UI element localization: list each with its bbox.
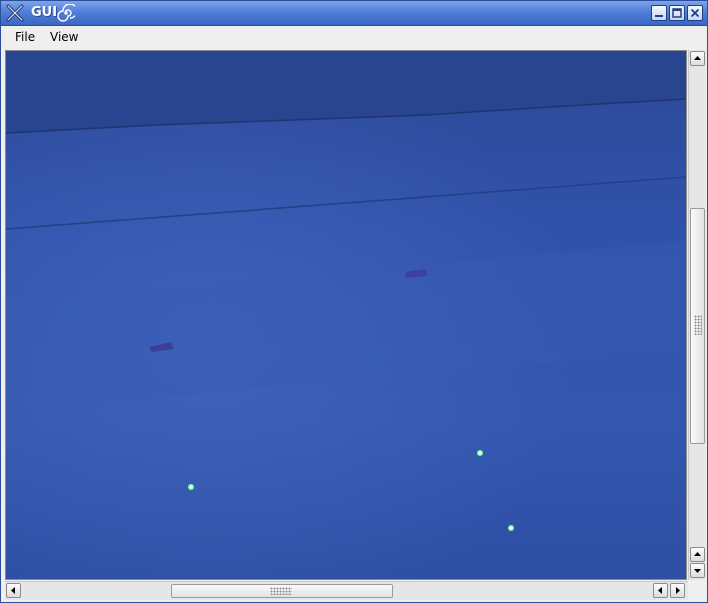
minimize-button[interactable] (651, 5, 667, 21)
window-title: GUI (31, 5, 58, 20)
scroll-down-button[interactable] (690, 563, 705, 578)
grip-icon (270, 587, 292, 595)
marker-2 (477, 450, 483, 456)
arrow-right-icon (676, 587, 680, 594)
minimize-icon (655, 15, 663, 17)
menu-bar: File View (1, 26, 707, 48)
maximize-button[interactable] (669, 5, 685, 21)
scroll-up-button-lower[interactable] (690, 547, 705, 562)
camera-image (6, 51, 686, 579)
vertical-scroll-thumb[interactable] (690, 208, 705, 444)
close-icon (690, 8, 700, 18)
scroll-right-button[interactable] (670, 583, 685, 598)
menu-view[interactable]: View (50, 30, 78, 44)
scroll-left-button[interactable] (6, 583, 21, 598)
arrow-left-icon (11, 587, 15, 594)
arrow-up-icon (694, 56, 701, 60)
scroll-up-button[interactable] (690, 51, 705, 66)
x-app-icon (6, 4, 24, 22)
swirl-icon (57, 4, 75, 22)
title-bar[interactable]: GUI (1, 1, 707, 26)
marker-3 (508, 525, 514, 531)
marker-1 (188, 484, 194, 490)
scroll-left-button-right[interactable] (653, 583, 668, 598)
arrow-left-icon (658, 587, 662, 594)
vertical-scrollbar[interactable] (688, 50, 706, 580)
app-window: GUI File View (0, 0, 708, 603)
horizontal-scroll-thumb[interactable] (171, 584, 393, 598)
grip-icon (694, 315, 702, 335)
menu-file[interactable]: File (15, 30, 35, 44)
arrow-down-icon (694, 569, 701, 573)
maximize-icon (672, 8, 682, 18)
close-button[interactable] (687, 5, 703, 21)
horizontal-scrollbar[interactable] (5, 581, 688, 600)
arrow-up-icon (694, 552, 701, 556)
camera-viewport[interactable] (5, 50, 687, 580)
